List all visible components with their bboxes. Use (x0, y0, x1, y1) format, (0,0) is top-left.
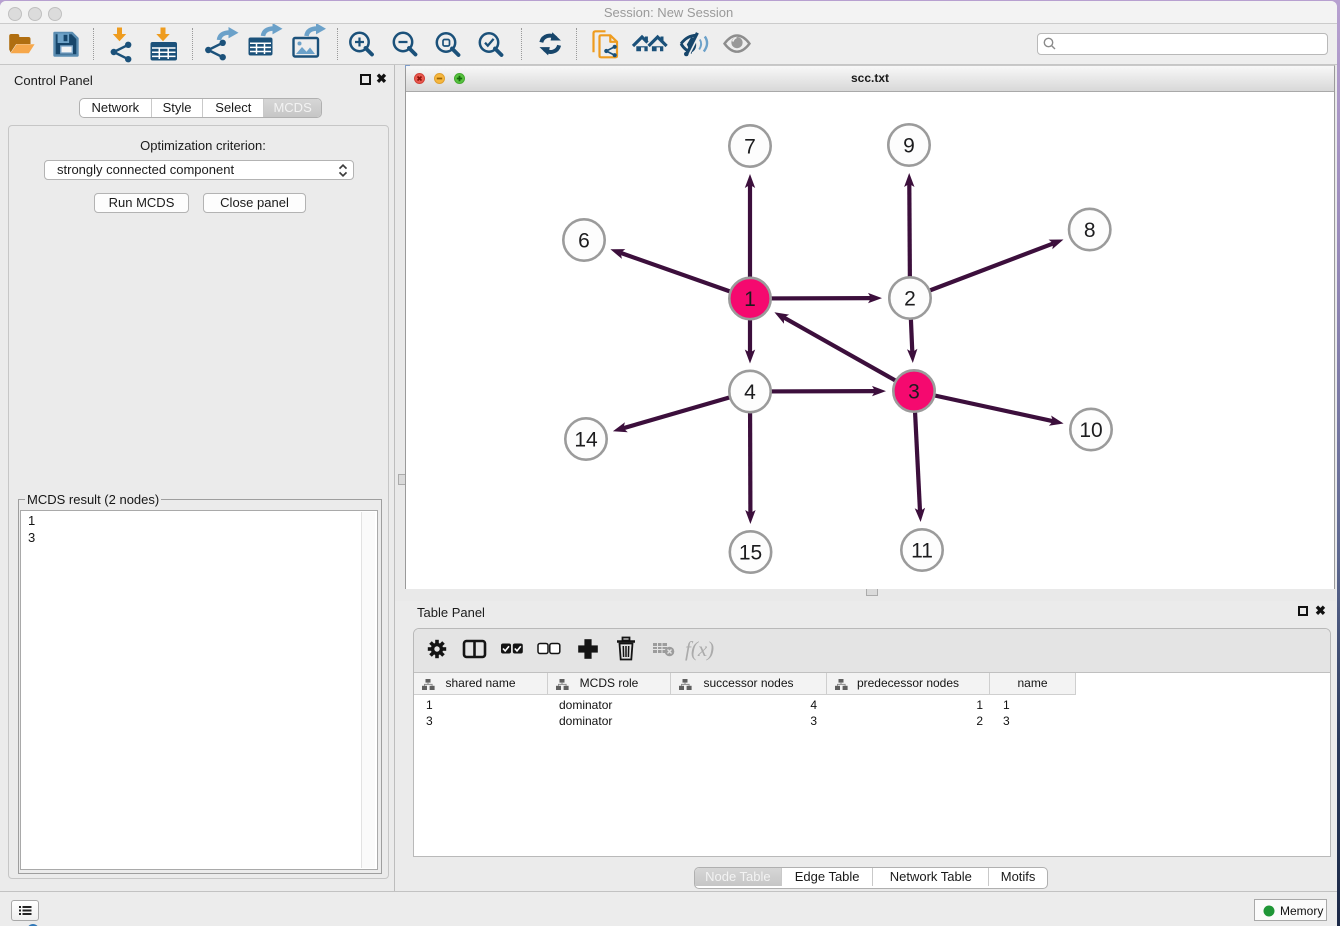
svg-text:2: 2 (904, 288, 916, 311)
svg-text:9: 9 (903, 135, 915, 158)
svg-text:8: 8 (1084, 219, 1096, 242)
svg-text:10: 10 (1079, 419, 1102, 442)
svg-text:1: 1 (744, 288, 756, 311)
svg-text:15: 15 (739, 542, 762, 565)
svg-text:6: 6 (578, 230, 590, 253)
svg-text:4: 4 (744, 381, 756, 404)
svg-text:3: 3 (908, 381, 920, 404)
svg-text:14: 14 (574, 429, 598, 452)
svg-text:11: 11 (911, 540, 933, 563)
svg-text:7: 7 (744, 136, 756, 159)
svg-text:f(x): f(x) (685, 637, 714, 661)
